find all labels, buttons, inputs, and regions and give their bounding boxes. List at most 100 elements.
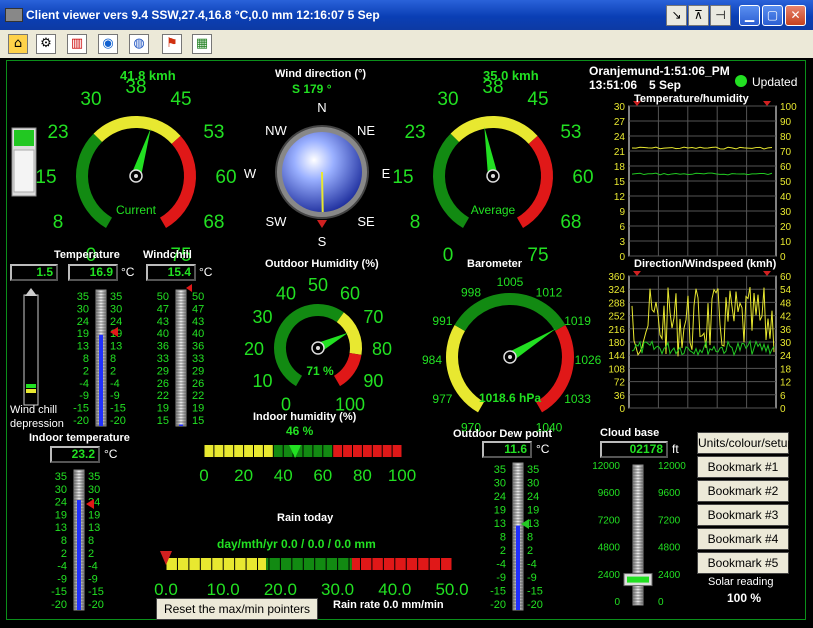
- dew-point-thermometer-right-label: 30: [527, 478, 539, 490]
- temperature-value: 16.9: [68, 264, 118, 281]
- dew-point-thermometer-right-label: 2: [527, 545, 533, 557]
- barometer-dial-tick-label: 1019: [564, 314, 591, 328]
- cloud-base-left-label: 4800: [598, 543, 621, 554]
- dir-speed-chart-left-tick: 180: [608, 338, 625, 349]
- cloud-base-right-label: 2400: [658, 570, 681, 581]
- indoor-temp-thermometer-left-label: 35: [55, 471, 67, 483]
- indoor-temp-thermometer-right-label: 8: [88, 535, 94, 547]
- setup-button[interactable]: Units/colour/setup: [697, 432, 794, 454]
- cloud-base-left-label: 7200: [598, 515, 621, 526]
- station-time: 13:51:06: [589, 78, 638, 92]
- indoor-temp-value: 23.2: [50, 446, 100, 463]
- rain-rate: Rain rate 0.0 mm/min: [333, 599, 444, 611]
- windchill-thermometer-left-label: 47: [157, 303, 169, 315]
- station-date: 5 Sep: [649, 78, 682, 92]
- bookmark-3-button[interactable]: Bookmark #3: [697, 504, 789, 526]
- current-wind-dial-tick-label: 60: [215, 167, 236, 188]
- rain-label: 30.0: [321, 580, 354, 599]
- temp-humidity-chart-right-tick: 70: [780, 147, 792, 158]
- outdoor-humidity-dial-tick-label: 50: [308, 275, 328, 295]
- windchill-right-label: 50: [192, 291, 204, 303]
- depression-label: depression: [10, 418, 64, 430]
- barometer-dial-tick-label: 1012: [536, 285, 563, 299]
- temperature-thermometer-left-label: -9: [79, 390, 89, 402]
- barometer-dial-tick-label: 1033: [564, 392, 591, 406]
- average-wind-dial-needle: [484, 126, 498, 177]
- bookmark-4-button[interactable]: Bookmark #4: [697, 528, 789, 550]
- indoor-temp-thermometer-right-label: 30: [88, 484, 100, 496]
- indoor-humidity-value: 46 %: [286, 424, 314, 438]
- compass-e: E: [382, 166, 391, 181]
- cloud-base-title: Cloud base: [600, 427, 660, 439]
- dew-point-thermometer-left-label: 13: [494, 518, 506, 530]
- dir-speed-chart-left-tick: 36: [614, 391, 626, 402]
- indoor-humidity-label: 60: [313, 466, 332, 485]
- average-wind-dial-tick-label: 15: [392, 167, 413, 188]
- indoor-temp-thermometer-left-label: -9: [57, 573, 67, 585]
- temperature-thermometer-right-label: 24: [110, 316, 122, 328]
- compass-sw: SW: [266, 214, 288, 229]
- rain-label: 20.0: [264, 580, 297, 599]
- outdoor-humidity-dial-hub-dot: [316, 346, 320, 350]
- temperature-unit: °C: [121, 265, 135, 279]
- indoor-humidity-label: 40: [274, 466, 293, 485]
- indoor-temp-title: Indoor temperature: [29, 432, 130, 444]
- temperature-thermometer-left-label: 2: [83, 365, 89, 377]
- dir-speed-chart-right-tick: 0: [780, 404, 786, 415]
- dir-speed-chart-left-tick: 108: [608, 364, 625, 375]
- dir-speed-chart-left-tick: 72: [614, 378, 626, 389]
- bookmark-5-button[interactable]: Bookmark #5: [697, 552, 789, 574]
- outdoor-humidity-dial-tick-label: 20: [244, 339, 264, 359]
- current-wind-dial-band: [93, 116, 181, 145]
- compass-n: N: [317, 100, 326, 115]
- solar-value: 100 %: [727, 591, 762, 605]
- temperature-title: Temperature: [54, 249, 120, 261]
- average-wind-dial-tick-label: 23: [404, 122, 425, 143]
- windchill-title: Windchill: [143, 249, 192, 261]
- barometer-dial-tick-label: 991: [432, 314, 452, 328]
- average-wind-dial-band: [433, 133, 470, 228]
- windchill-right-label: 22: [192, 390, 204, 402]
- temperature-thermometer-right-label: 13: [110, 341, 122, 353]
- dir-speed-chart-right-tick: 54: [780, 285, 792, 296]
- dew-point-thermometer-right-label: 35: [527, 464, 539, 476]
- dir-speed-chart-title: Direction/Windspeed (kmh): [634, 258, 777, 270]
- dew-point-thermometer-right-label: 19: [527, 505, 539, 517]
- cloud-base-left-label: 0: [614, 597, 620, 608]
- current-wind-dial-tick-label: 45: [170, 89, 191, 110]
- cloud-base-right-label: 4800: [658, 543, 681, 554]
- dew-point-unit: °C: [536, 442, 550, 456]
- indoor-temp-thermometer-right-label: -4: [88, 561, 98, 573]
- temp-humidity-chart-right-tick: 80: [780, 132, 792, 143]
- indoor-temp-thermometer-left-label: 2: [61, 548, 67, 560]
- compass-se: SE: [357, 214, 375, 229]
- windchill-thermometer-left-label: 26: [157, 378, 169, 390]
- indoor-temp-thermometer-right-label: -15: [88, 586, 104, 598]
- barometer-dial-band: [446, 325, 485, 413]
- indoor-temp-thermometer-left-label: -15: [51, 586, 67, 598]
- average-wind-dial-tick-label: 53: [560, 122, 581, 143]
- barometer-dial-tick-label: 977: [432, 392, 452, 406]
- compass-ne: NE: [357, 123, 375, 138]
- windchill-thermometer-left-label: 22: [157, 390, 169, 402]
- bookmark-2-button[interactable]: Bookmark #2: [697, 480, 789, 502]
- dir-speed-chart-left-tick: 216: [608, 325, 625, 336]
- current-wind-dial-tick-label: 30: [80, 89, 101, 110]
- temp-humidity-chart-right-tick: 30: [780, 207, 792, 218]
- indoor-temp-thermometer-right-label: 13: [88, 522, 100, 534]
- indoor-temp-thermometer-right-label: -9: [88, 573, 98, 585]
- indoor-humidity-title: Indoor humidity (%): [253, 411, 357, 423]
- compass-nw: NW: [265, 123, 287, 138]
- reset-pointers-button[interactable]: Reset the max/min pointers: [156, 598, 318, 620]
- rain-band: [166, 558, 267, 570]
- average-wind-dial-hub-dot: [491, 174, 495, 178]
- cloud-base-unit: ft: [672, 442, 679, 456]
- bookmark-1-button[interactable]: Bookmark #1: [697, 456, 789, 478]
- cloud-base-right-label: 0: [658, 597, 664, 608]
- average-wind-dial-tick-label: 8: [410, 212, 421, 233]
- average-wind-speed: 35.0 kmh: [483, 68, 539, 83]
- windchill-thermometer-left-label: 33: [157, 353, 169, 365]
- barometer-dial-band: [454, 293, 566, 332]
- temp-humidity-chart-left-tick: 15: [614, 177, 626, 188]
- cloud-base-right-label: 7200: [658, 515, 681, 526]
